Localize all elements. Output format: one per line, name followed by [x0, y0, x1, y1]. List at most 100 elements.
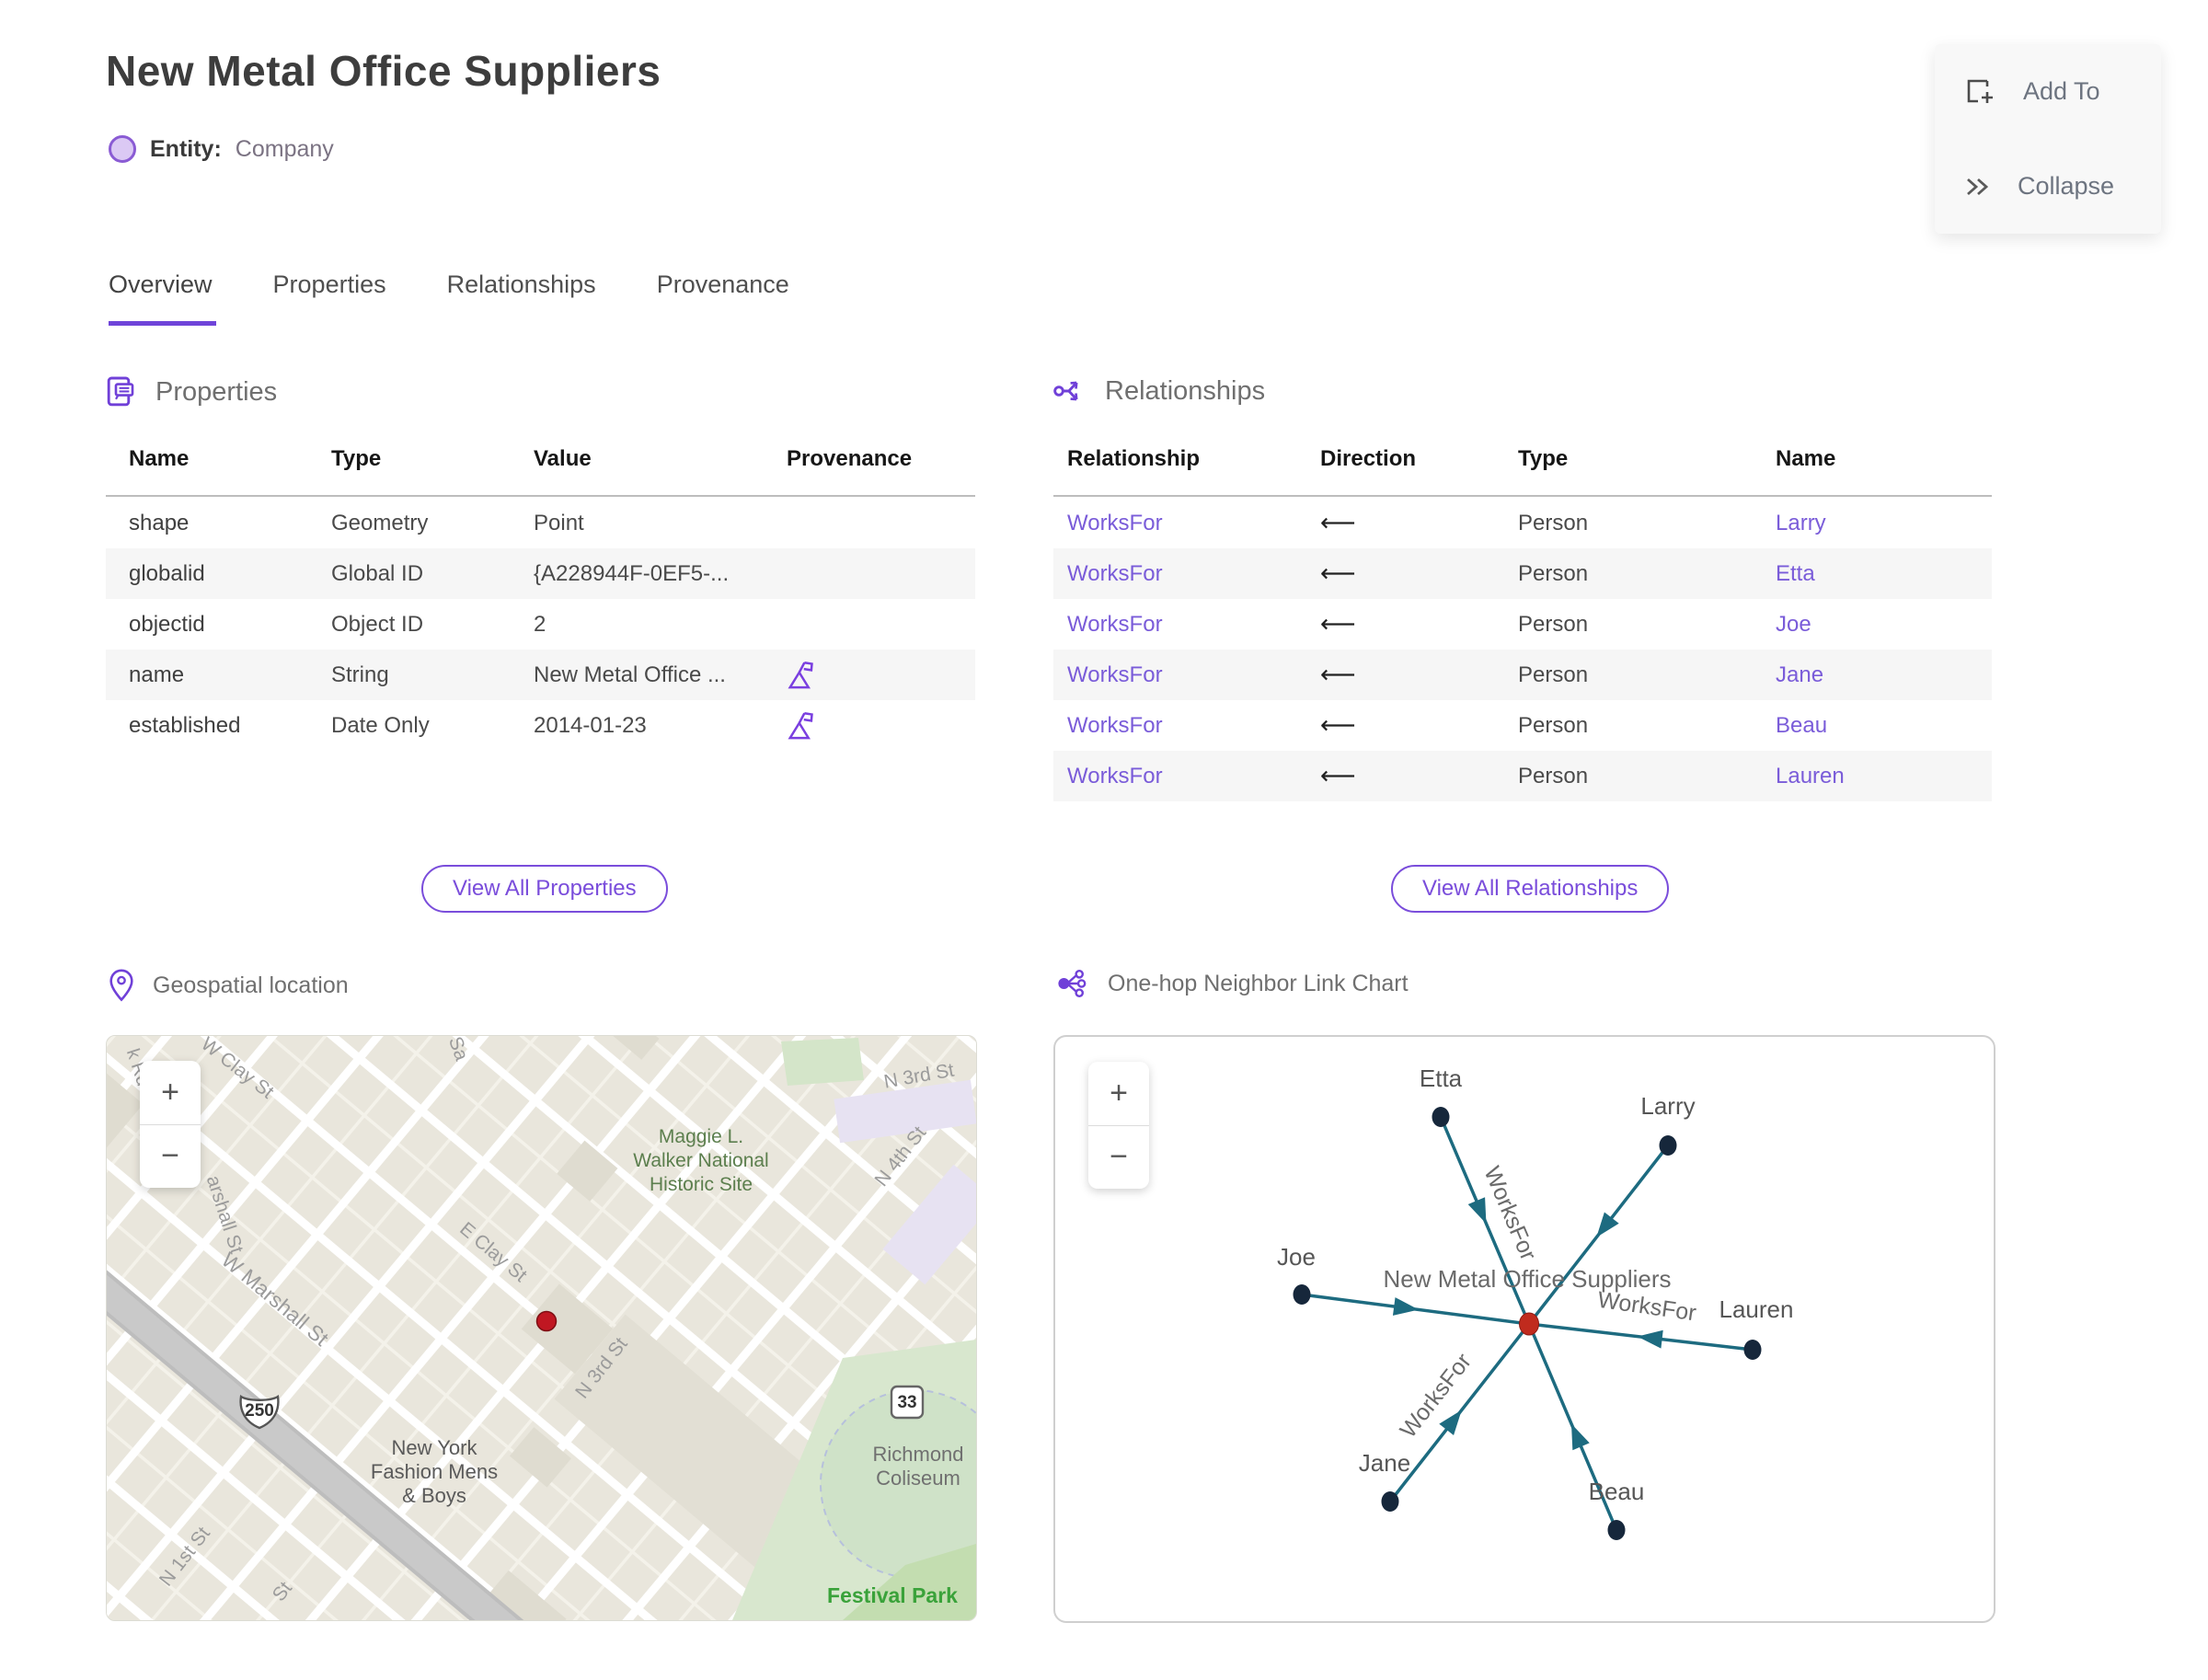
cell-type: Person: [1518, 560, 1589, 586]
entity-name-link-text[interactable]: Lauren: [1776, 764, 1845, 788]
cell-direction: ⟵: [1306, 711, 1504, 740]
relationship-link[interactable]: WorksFor: [1053, 511, 1306, 536]
relationship-link[interactable]: WorksFor: [1053, 764, 1306, 789]
tab-provenance[interactable]: Provenance: [657, 270, 793, 326]
map-zoom-out-button[interactable]: −: [140, 1125, 201, 1189]
entity-name-link-text[interactable]: Jane: [1776, 662, 1823, 687]
relationship-link-text[interactable]: WorksFor: [1067, 764, 1163, 788]
geospatial-section-header: Geospatial location: [109, 968, 349, 1003]
table-row: globalid Global ID {A228944F-0EF5-...: [106, 548, 975, 599]
table-row: name String New Metal Office ...: [106, 650, 975, 700]
person-node-joe[interactable]: [1293, 1284, 1311, 1305]
one-hop-link-chart[interactable]: WorksFor WorksFor WorksFor Etta Larry Joe Laur…: [1053, 1035, 1995, 1623]
geospatial-section-title: Geospatial location: [153, 972, 349, 998]
entity-name-link[interactable]: Larry: [1762, 511, 1992, 536]
table-row: WorksFor ⟵ Person Lauren: [1053, 751, 1992, 801]
collapse-button[interactable]: Collapse: [1935, 139, 2161, 234]
route-shield-33: 33: [890, 1385, 925, 1420]
entity-name-link[interactable]: Jane: [1762, 662, 1992, 688]
edge-label: WorksFor: [1395, 1349, 1476, 1443]
person-node-larry[interactable]: [1659, 1135, 1677, 1156]
entity-detail-page: New Metal Office Suppliers Entity: Compa…: [0, 0, 2208, 1680]
double-chevron-right-icon: [1964, 175, 1992, 199]
cell-direction: ⟵: [1306, 610, 1504, 639]
properties-icon: [106, 375, 137, 408]
relationships-table: WorksFor ⟵ Person Larry WorksFor ⟵ Person Etta W…: [1053, 498, 1992, 801]
map-zoom-in-button[interactable]: +: [140, 1061, 201, 1124]
add-to-icon: [1964, 77, 1997, 107]
cell-type: Global ID: [331, 560, 424, 586]
entity-name-link-text[interactable]: Larry: [1776, 511, 1826, 535]
add-to-button[interactable]: Add To: [1935, 44, 2161, 139]
cell-provenance[interactable]: [764, 660, 975, 691]
table-row: WorksFor ⟵ Person Larry: [1053, 498, 1992, 548]
page-title: New Metal Office Suppliers: [106, 47, 661, 95]
person-node-etta[interactable]: [1432, 1107, 1450, 1127]
relationship-link-text[interactable]: WorksFor: [1067, 713, 1163, 738]
entity-name-link-text[interactable]: Etta: [1776, 561, 1815, 586]
entity-name-link-text[interactable]: Beau: [1776, 713, 1827, 738]
node-label: Etta: [1420, 1064, 1463, 1092]
entity-name-link-text[interactable]: Joe: [1776, 612, 1811, 637]
tab-properties[interactable]: Properties: [273, 270, 390, 326]
tab-overview[interactable]: Overview: [109, 270, 216, 326]
chart-zoom-out-button[interactable]: −: [1088, 1126, 1149, 1190]
relationship-link[interactable]: WorksFor: [1053, 713, 1306, 739]
properties-section-title: Properties: [155, 376, 278, 407]
link-chart-section-header: One-hop Neighbor Link Chart: [1056, 968, 1409, 999]
center-node-label: New Metal Office Suppliers: [1383, 1265, 1671, 1293]
node-label: Joe: [1277, 1243, 1316, 1271]
cell-type: Person: [1518, 712, 1589, 738]
relationship-link-text[interactable]: WorksFor: [1067, 662, 1163, 687]
cell-value: Point: [534, 510, 584, 535]
person-node-beau[interactable]: [1607, 1520, 1626, 1540]
map-pin-icon: [109, 968, 134, 1003]
svg-text:250: 250: [245, 1401, 274, 1421]
geospatial-map[interactable]: k Rd W Clay St Sa N 3rd St N 4th St Maggie L.…: [106, 1035, 977, 1621]
cell-type: Person: [1518, 510, 1589, 535]
relationships-section-header: Relationships: [1053, 375, 1265, 407]
person-node-jane[interactable]: [1381, 1491, 1399, 1512]
relationship-link-text[interactable]: WorksFor: [1067, 561, 1163, 586]
table-row: WorksFor ⟵ Person Jane: [1053, 650, 1992, 700]
view-all-relationships-button[interactable]: View All Relationships: [1391, 865, 1670, 913]
tab-relationships[interactable]: Relationships: [447, 270, 600, 326]
cell-type: String: [331, 662, 389, 687]
node-label: Jane: [1359, 1449, 1410, 1477]
tab-bar: Overview Properties Relationships Provenanc…: [109, 270, 793, 326]
relationship-link[interactable]: WorksFor: [1053, 612, 1306, 638]
entity-location-marker[interactable]: [535, 1310, 558, 1332]
entity-name-link[interactable]: Etta: [1762, 561, 1992, 587]
relationship-link[interactable]: WorksFor: [1053, 662, 1306, 688]
entity-name-link[interactable]: Joe: [1762, 612, 1992, 638]
column-header: Relationship: [1067, 446, 1201, 471]
collapse-label: Collapse: [2018, 172, 2115, 200]
cell-provenance[interactable]: [764, 710, 975, 742]
table-row: WorksFor ⟵ Person Beau: [1053, 700, 1992, 751]
properties-table: shape Geometry Point globalid Global ID {A228…: [106, 498, 975, 751]
entity-name-link[interactable]: Beau: [1762, 713, 1992, 739]
relationship-link-text[interactable]: WorksFor: [1067, 612, 1163, 637]
entity-label: Entity:: [150, 135, 222, 162]
cell-name: name: [129, 662, 185, 687]
center-entity-node[interactable]: [1519, 1312, 1539, 1336]
column-header: Provenance: [787, 446, 913, 471]
column-header: Direction: [1320, 446, 1417, 471]
entity-type-value: Company: [235, 135, 334, 162]
edge-label: WorksFor: [1478, 1163, 1541, 1264]
column-header: Type: [331, 446, 382, 471]
actions-panel: Add To Collapse: [1935, 44, 2161, 234]
relationship-link[interactable]: WorksFor: [1053, 561, 1306, 587]
properties-table-header: Name Type Value Provenance: [106, 446, 975, 472]
person-node-lauren[interactable]: [1743, 1340, 1762, 1360]
view-all-properties-button[interactable]: View All Properties: [421, 865, 668, 913]
cell-value: New Metal Office ...: [534, 662, 726, 687]
entity-type-dot-icon: [109, 135, 136, 163]
edge-arrowhead: [1637, 1329, 1663, 1349]
cell-name: shape: [129, 510, 190, 535]
entity-name-link[interactable]: Lauren: [1762, 764, 1992, 789]
relationship-link-text[interactable]: WorksFor: [1067, 511, 1163, 535]
column-header: Value: [534, 446, 592, 471]
chart-zoom-in-button[interactable]: +: [1088, 1062, 1149, 1125]
edge-arrowhead: [1392, 1297, 1420, 1316]
